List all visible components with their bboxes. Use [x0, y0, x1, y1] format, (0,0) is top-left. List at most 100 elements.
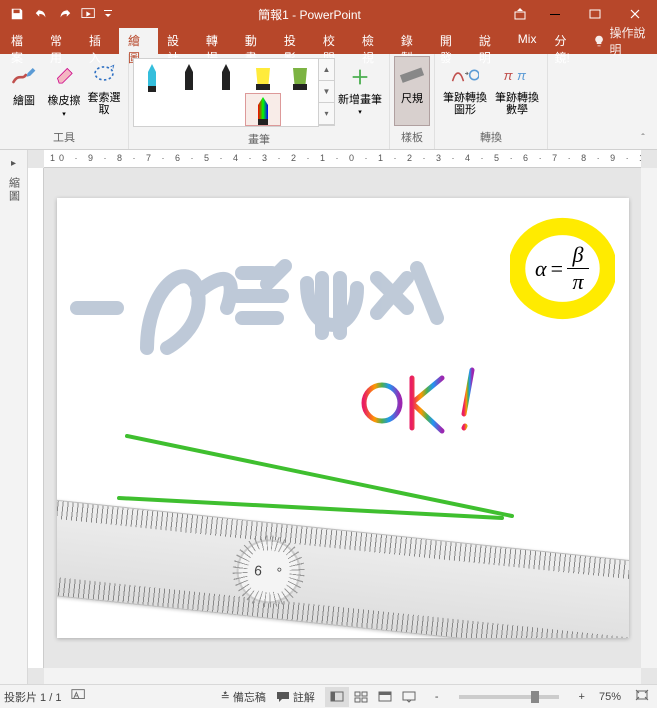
vertical-ruler: [28, 168, 44, 668]
ruler-angle-dial[interactable]: 6°: [233, 536, 303, 606]
fit-to-window-button[interactable]: [631, 689, 653, 704]
tab-design[interactable]: 設計: [158, 28, 197, 54]
math-equation[interactable]: α = β π: [510, 216, 615, 321]
tab-animations[interactable]: 動畫: [236, 28, 275, 54]
comments-button[interactable]: 註解: [276, 689, 315, 705]
title-bar: 簡報1 - PowerPoint: [0, 0, 657, 28]
window-title: 簡報1 - PowerPoint: [114, 6, 505, 23]
group-tools: 繪圖 橡皮擦 ▾ 套索選取 工具: [0, 54, 129, 149]
ribbon-display-options-button[interactable]: [505, 0, 535, 28]
ink-to-math-button[interactable]: ππ 筆跡轉換數學: [491, 56, 543, 126]
qat-customize-button[interactable]: [102, 3, 114, 25]
pen-item-4[interactable]: [245, 59, 281, 92]
math-alpha: α: [535, 256, 547, 282]
add-pen-button[interactable]: 新增畫筆 ▾: [335, 58, 385, 128]
minimize-button[interactable]: [535, 0, 575, 28]
normal-view-button[interactable]: [325, 687, 349, 707]
tab-home[interactable]: 常用: [41, 28, 80, 54]
tab-developer[interactable]: 開發: [431, 28, 470, 54]
view-buttons: [325, 687, 421, 707]
tab-split[interactable]: 分鏡!: [545, 28, 587, 54]
zoom-slider[interactable]: [459, 695, 559, 699]
thumbnail-panel-collapsed[interactable]: ▸ 縮圖: [0, 150, 28, 684]
save-button[interactable]: [6, 3, 28, 25]
eraser-label: 橡皮擦: [48, 92, 81, 108]
eraser-icon: [51, 62, 77, 88]
spellcheck-button[interactable]: [71, 688, 87, 705]
tab-slideshow[interactable]: 投影: [275, 28, 314, 54]
tab-insert[interactable]: 插入: [80, 28, 119, 54]
slide-editor[interactable]: α = β π: [44, 168, 641, 668]
ink-to-math-label: 筆跡轉換數學: [492, 92, 542, 116]
workspace: ▸ 縮圖 10 · 9 · 8 · 7 · 6 · 5 · 4 · 3 · 2 …: [0, 150, 657, 684]
lasso-icon: [91, 62, 117, 88]
tab-file[interactable]: 檔案: [2, 28, 41, 54]
pen-item-5[interactable]: [282, 59, 318, 92]
gallery-up-button[interactable]: ▲: [319, 59, 334, 81]
tab-help[interactable]: 說明: [470, 28, 509, 54]
gallery-down-button[interactable]: ▼: [319, 81, 334, 103]
ruler-label: 尺規: [401, 93, 423, 105]
tab-recording[interactable]: 錄製: [392, 28, 431, 54]
pen-item-10[interactable]: [282, 93, 318, 126]
slide-counter[interactable]: 投影片 1 / 1: [4, 689, 61, 705]
draw-button[interactable]: 繪圖: [4, 56, 44, 126]
ink-to-shape-label: 筆跡轉換圖形: [440, 92, 490, 116]
pen-item-1[interactable]: [134, 59, 170, 92]
ruler-angle-unit: °: [266, 550, 291, 594]
tab-mix[interactable]: Mix: [509, 28, 546, 54]
gallery-more-button[interactable]: ▾: [319, 103, 334, 125]
sorter-view-button[interactable]: [349, 687, 373, 707]
group-stencils: 尺規 樣板: [390, 54, 435, 149]
math-equals: =: [551, 256, 563, 282]
lasso-label: 套索選取: [85, 92, 123, 116]
plus-icon: [349, 66, 371, 88]
zoom-out-button[interactable]: -: [431, 691, 443, 703]
ruler-icon: [399, 63, 425, 89]
pen-item-6[interactable]: [134, 93, 170, 126]
pen-gallery[interactable]: [133, 58, 319, 127]
group-convert-label: 轉換: [439, 127, 543, 149]
zoom-level[interactable]: 75%: [599, 691, 621, 703]
group-pens-label: 畫筆: [133, 129, 385, 151]
svg-text:π: π: [504, 68, 514, 83]
pen-item-2[interactable]: [171, 59, 207, 92]
tab-review[interactable]: 校閱: [314, 28, 353, 54]
reading-view-button[interactable]: [373, 687, 397, 707]
ribbon-tabs: 檔案 常用 插入 繪圖 設計 轉場 動畫 投影 校閱 檢視 錄製 開發 說明 M…: [0, 28, 657, 54]
math-pi: π: [572, 269, 583, 295]
ruler-button[interactable]: 尺規: [394, 56, 430, 126]
group-pens: ▲ ▼ ▾ 新增畫筆 ▾ 畫筆: [129, 54, 390, 149]
quick-access-toolbar: [2, 3, 114, 25]
tab-transitions[interactable]: 轉場: [197, 28, 236, 54]
ink-to-math-icon: ππ: [502, 64, 532, 86]
zoom-in-button[interactable]: +: [575, 691, 589, 703]
chevron-down-icon: ▾: [358, 108, 362, 116]
undo-button[interactable]: [30, 3, 52, 25]
horizontal-ruler: 10 · 9 · 8 · 7 · 6 · 5 · 4 · 3 · 2 · 1 ·…: [44, 150, 641, 168]
pen-item-7[interactable]: [171, 93, 207, 126]
pen-item-8[interactable]: [208, 93, 244, 126]
slide[interactable]: α = β π: [57, 198, 629, 638]
slideshow-view-button[interactable]: [397, 687, 421, 707]
notes-button[interactable]: ≛備忘稿: [221, 689, 266, 705]
tell-me-search[interactable]: 操作說明: [587, 28, 657, 54]
start-slideshow-button[interactable]: [78, 3, 100, 25]
collapse-ribbon-button[interactable]: ˆ: [633, 133, 653, 147]
vertical-scrollbar[interactable]: [641, 168, 657, 668]
math-beta: β: [573, 242, 584, 268]
thumbnail-panel-label: 縮圖: [6, 177, 22, 203]
redo-button[interactable]: [54, 3, 76, 25]
lasso-select-button[interactable]: 套索選取: [84, 56, 124, 126]
eraser-button[interactable]: 橡皮擦 ▾: [44, 56, 84, 126]
ink-stroke-silver[interactable]: [67, 238, 467, 358]
tell-me-label: 操作說明: [609, 24, 651, 58]
group-stencils-label: 樣板: [394, 127, 430, 149]
tab-view[interactable]: 檢視: [353, 28, 392, 54]
horizontal-scrollbar[interactable]: [44, 668, 641, 684]
pen-item-3[interactable]: [208, 59, 244, 92]
ink-to-shape-button[interactable]: 筆跡轉換圖形: [439, 56, 491, 126]
chevron-right-icon: ▸: [11, 158, 16, 169]
pen-item-9[interactable]: [245, 93, 281, 126]
tab-draw[interactable]: 繪圖: [119, 28, 158, 54]
